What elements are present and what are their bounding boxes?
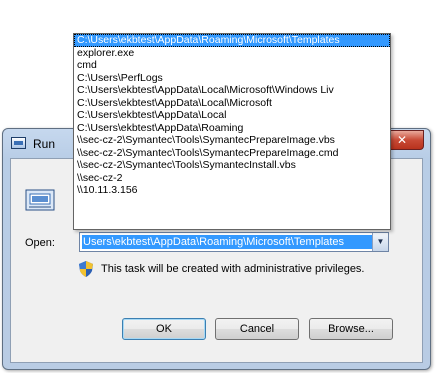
dropdown-item[interactable]: \\sec-cz-2\Symantec\Tools\SymantecPrepar… xyxy=(74,147,390,160)
cancel-button[interactable]: Cancel xyxy=(215,318,299,340)
dropdown-item[interactable]: \\10.11.3.156 xyxy=(74,184,390,197)
dropdown-item[interactable]: C:\Users\PerfLogs xyxy=(74,72,390,85)
open-combobox[interactable]: Users\ekbtest\AppData\Roaming\Microsoft\… xyxy=(79,232,389,252)
dropdown-item[interactable]: explorer.exe xyxy=(74,47,390,60)
window-title: Run xyxy=(33,137,56,151)
browse-button[interactable]: Browse... xyxy=(309,318,393,340)
admin-privileges-note: This task will be created with administr… xyxy=(101,263,365,275)
run-icon xyxy=(11,137,26,149)
run-icon xyxy=(25,189,55,211)
dropdown-arrow-button[interactable]: ▼ xyxy=(372,233,388,251)
open-input[interactable]: Users\ekbtest\AppData\Roaming\Microsoft\… xyxy=(82,235,375,249)
dropdown-item[interactable]: C:\Users\ekbtest\AppData\Local\Microsoft xyxy=(74,97,390,110)
dropdown-item[interactable]: C:\Users\ekbtest\AppData\Roaming xyxy=(74,122,390,135)
history-dropdown-list[interactable]: C:\Users\ekbtest\AppData\Roaming\Microso… xyxy=(73,33,391,230)
dropdown-item[interactable]: cmd xyxy=(74,59,390,72)
dropdown-item[interactable]: \\sec-cz-2\Symantec\Tools\SymantecInstal… xyxy=(74,159,390,172)
ok-button[interactable]: OK xyxy=(122,318,206,340)
dropdown-item[interactable]: C:\Users\ekbtest\AppData\Local\Microsoft… xyxy=(74,84,390,97)
uac-shield-icon xyxy=(79,261,93,277)
dropdown-item[interactable]: C:\Users\ekbtest\AppData\Roaming\Microso… xyxy=(74,34,390,47)
dropdown-item[interactable]: \\sec-cz-2 xyxy=(74,172,390,185)
dropdown-item[interactable]: C:\Users\ekbtest\AppData\Local xyxy=(74,109,390,122)
open-label: Open: xyxy=(25,237,55,249)
dropdown-item[interactable]: \\sec-cz-2\Symantec\Tools\SymantecPrepar… xyxy=(74,134,390,147)
